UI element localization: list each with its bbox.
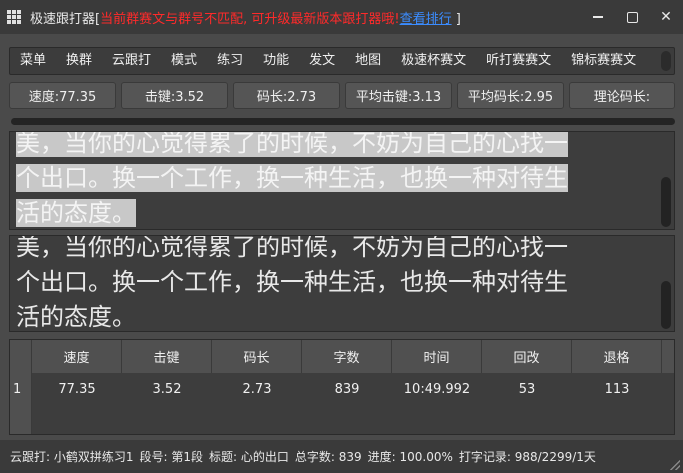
reference-text: 美，当你的心觉得累了的时候，不妨为自己的心找一 个出口。换一个工作，换一种生活，… — [16, 131, 648, 229]
title-bar: 极速跟打器[当前群赛文与群号不匹配, 可升级最新版本跟打器哦!查看排行 ] ✕ — [0, 0, 683, 34]
menu-item-championship[interactable]: 锦标赛赛文 — [561, 48, 646, 74]
stat-code-length: 码长:2.73 — [233, 82, 340, 109]
cell-backspace: 113 — [604, 381, 630, 397]
cell-corrections: 53 — [518, 381, 536, 397]
cell-speed: 77.35 — [58, 381, 96, 397]
stat-keystroke: 击键:3.52 — [121, 82, 228, 109]
header-speed[interactable]: 速度 — [32, 340, 122, 373]
typed-line-3: 活的态度。 — [16, 303, 136, 331]
reference-line-2: 个出口。换一个工作，换一种生活，也换一种对待生 — [16, 164, 568, 192]
header-keystroke[interactable]: 击键 — [122, 340, 212, 373]
menu-item-practice[interactable]: 练习 — [207, 48, 253, 74]
table-row[interactable]: 1 77.35 3.52 2.73 839 10:49.992 53 113 — [10, 373, 674, 405]
horizontal-scrollbar[interactable] — [11, 118, 675, 125]
menu-item-cloud-typing[interactable]: 云跟打 — [102, 48, 161, 74]
menu-item-switch-group[interactable]: 换群 — [56, 48, 102, 74]
typing-input-panel[interactable]: 美，当你的心觉得累了的时候，不妨为自己的心找一 个出口。换一个工作，换一种生活，… — [9, 235, 675, 332]
maximize-button[interactable] — [615, 0, 649, 34]
maximize-icon — [626, 11, 638, 23]
header-time[interactable]: 时间 — [392, 340, 482, 373]
typed-text[interactable]: 美，当你的心觉得累了的时候，不妨为自己的心找一 个出口。换一个工作，换一种生活，… — [16, 235, 648, 331]
reference-scroll-handle[interactable] — [661, 177, 671, 227]
status-cloud-typing: 云跟打: 小鹤双拼练习1 — [10, 450, 134, 464]
table-corner-cell — [10, 340, 32, 373]
title-bracket-close: ] — [451, 11, 461, 27]
stat-avg-code-length: 平均码长:2.95 — [457, 82, 564, 109]
menu-scroll-handle[interactable] — [661, 51, 671, 71]
menu-item-send-text[interactable]: 发文 — [299, 48, 345, 74]
reference-line-1: 美，当你的心觉得累了的时候，不妨为自己的心找一 — [16, 131, 568, 157]
minimize-button[interactable] — [581, 0, 615, 34]
status-segment: 段号: 第1段 — [139, 450, 204, 464]
app-grid-icon — [7, 10, 23, 24]
cell-time: 10:49.992 — [403, 381, 471, 397]
status-typing-record: 打字记录: 988/2299/1天 — [458, 450, 596, 464]
results-table: 速度 击键 码长 字数 时间 回改 退格 1 77.35 3.52 2.73 8… — [9, 339, 675, 435]
status-total-chars: 总字数: 839 — [294, 450, 362, 464]
status-title: 标题: 心的出口 — [209, 450, 289, 464]
view-ranking-link[interactable]: 查看排行 — [400, 12, 452, 27]
menu-item-map[interactable]: 地图 — [345, 48, 391, 74]
table-header-row: 速度 击键 码长 字数 时间 回改 退格 — [10, 340, 674, 373]
stats-row: 速度:77.35 击键:3.52 码长:2.73 平均击键:3.13 平均码长:… — [9, 82, 675, 109]
stat-theoretical-code-length: 理论码长: — [569, 82, 675, 109]
menu-item-speed-cup[interactable]: 极速杯赛文 — [391, 48, 476, 74]
menu-item-listening-race[interactable]: 听打赛赛文 — [476, 48, 561, 74]
reference-line-3: 活的态度。 — [16, 199, 136, 227]
close-icon: ✕ — [660, 9, 672, 25]
cell-char-count: 839 — [334, 381, 360, 397]
window-controls: ✕ — [581, 0, 683, 34]
stat-speed: 速度:77.35 — [9, 82, 116, 109]
cell-keystroke: 3.52 — [152, 381, 182, 397]
app-name: 极速跟打器 — [30, 11, 96, 27]
reference-text-panel: 美，当你的心觉得累了的时候，不妨为自己的心找一 个出口。换一个工作，换一种生活，… — [9, 131, 675, 230]
typed-line-1: 美，当你的心觉得累了的时候，不妨为自己的心找一 — [16, 235, 568, 261]
cell-code-length: 2.73 — [242, 381, 272, 397]
status-progress: 进度: 100.00% — [367, 450, 453, 464]
resize-grip-icon[interactable] — [670, 460, 680, 470]
close-button[interactable]: ✕ — [649, 0, 683, 34]
stat-avg-keystroke: 平均击键:3.13 — [345, 82, 452, 109]
minimize-icon — [593, 16, 603, 18]
typing-scroll-handle[interactable] — [661, 281, 671, 329]
row-number: 1 — [10, 373, 32, 405]
menu-item-menu[interactable]: 菜单 — [10, 48, 56, 74]
menu-item-mode[interactable]: 模式 — [161, 48, 207, 74]
status-bar: 云跟打: 小鹤双拼练习1 段号: 第1段 标题: 心的出口 总字数: 839 进… — [0, 440, 683, 473]
window-title: 极速跟打器[当前群赛文与群号不匹配, 可升级最新版本跟打器哦!查看排行 ] — [30, 8, 461, 27]
header-corrections[interactable]: 回改 — [482, 340, 572, 373]
header-char-count[interactable]: 字数 — [302, 340, 392, 373]
header-backspace[interactable]: 退格 — [572, 340, 662, 373]
typed-line-2: 个出口。换一个工作，换一种生活，也换一种对待生 — [16, 268, 568, 296]
menu-bar: 菜单 换群 云跟打 模式 练习 功能 发文 地图 极速杯赛文 听打赛赛文 锦标赛… — [9, 47, 675, 75]
mismatch-warning: 当前群赛文与群号不匹配, 可升级最新版本跟打器哦! — [100, 11, 400, 27]
header-code-length[interactable]: 码长 — [212, 340, 302, 373]
menu-item-functions[interactable]: 功能 — [253, 48, 299, 74]
empty-row-header — [10, 405, 32, 434]
